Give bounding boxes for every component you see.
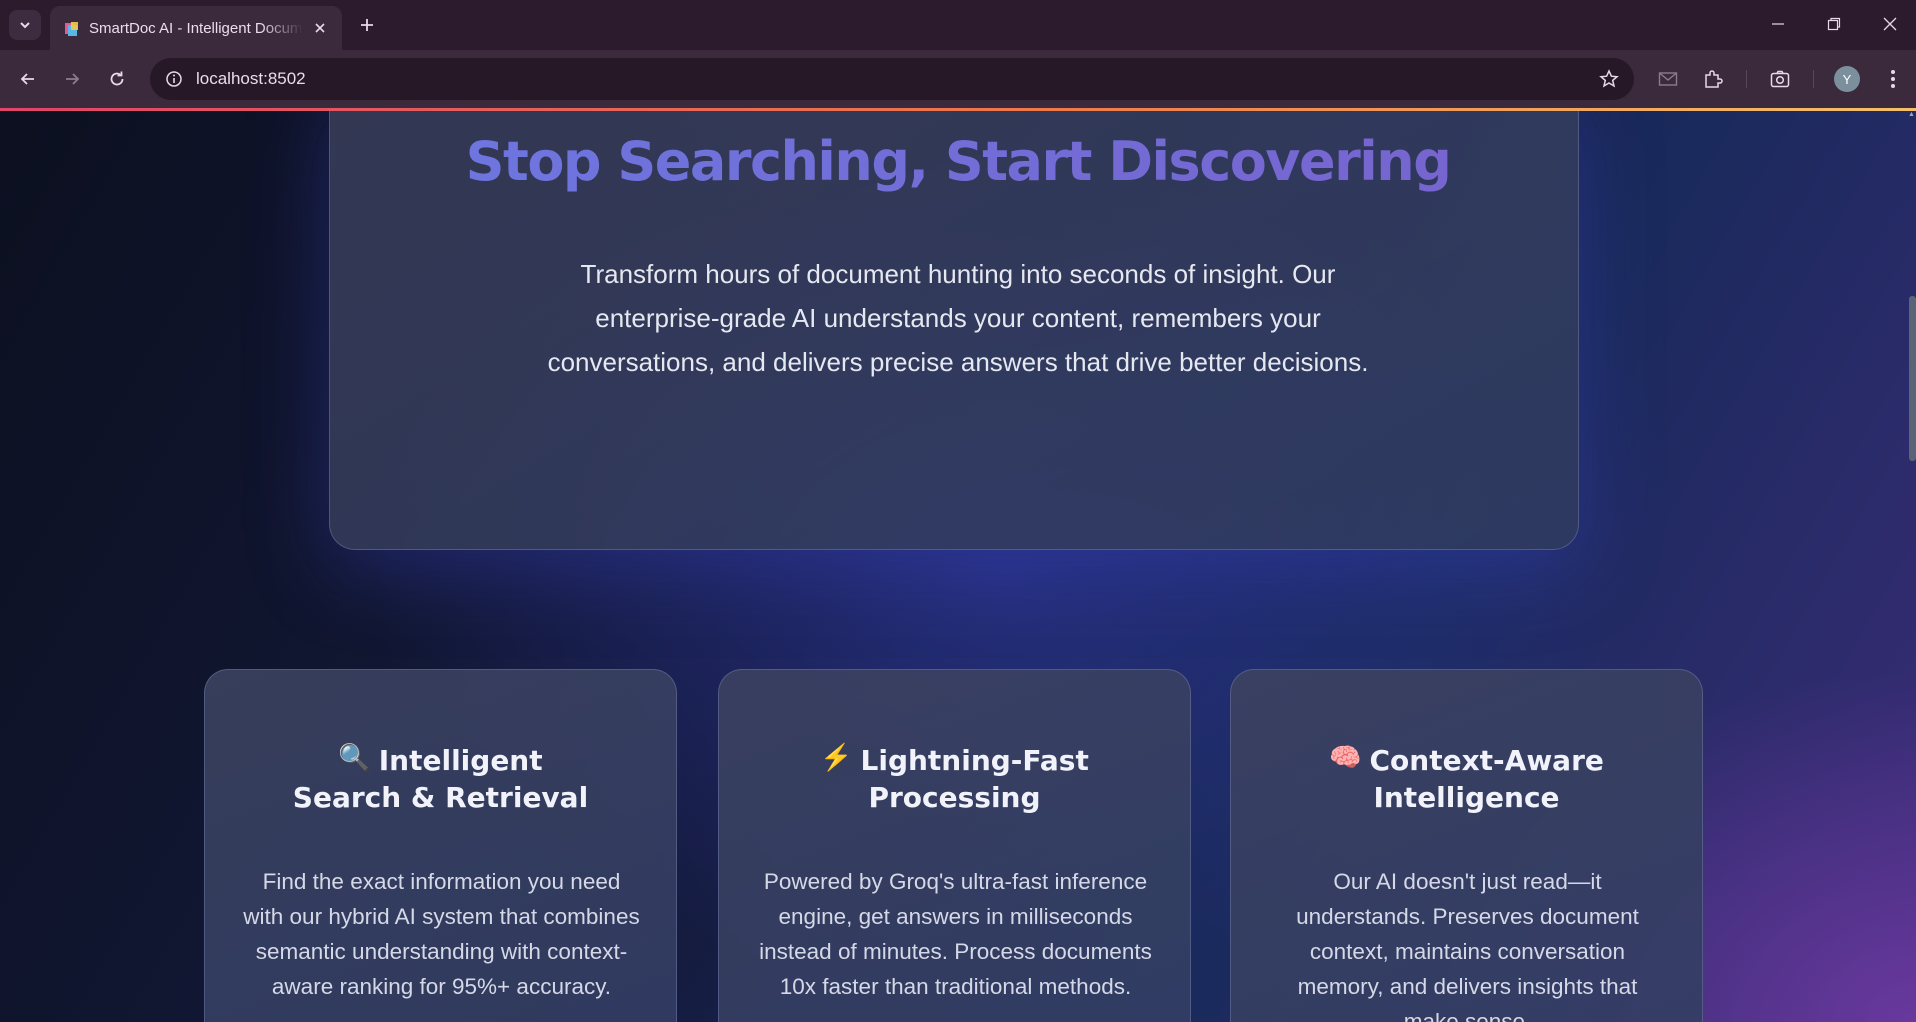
profile-avatar[interactable]: Y	[1834, 66, 1860, 92]
back-button[interactable]	[12, 63, 44, 95]
tab-search-button[interactable]	[9, 10, 41, 40]
site-info-icon[interactable]	[160, 65, 188, 93]
feature-card-context: 🧠 Context-Aware Intelligence Our AI doesn…	[1230, 669, 1703, 1022]
feature-description: Find the exact information you need with…	[243, 869, 640, 999]
restore-icon	[1827, 17, 1841, 31]
url-text[interactable]: localhost:8502	[196, 69, 306, 89]
magnifier-icon: 🔍	[338, 742, 371, 772]
arrow-right-icon	[66, 73, 80, 85]
favicon-icon	[65, 22, 78, 36]
page-content: ▲ Stop Searching, Start Discovering Tran…	[0, 111, 1916, 1022]
feature-title: Lightning-Fast Processing	[860, 744, 1089, 814]
arrow-left-icon	[20, 73, 34, 85]
feature-card-search: 🔍 Intelligent Search & Retrieval Find the…	[204, 669, 677, 1022]
browser-toolbar: localhost:8502	[0, 50, 1916, 108]
tab-close-icon[interactable]	[310, 18, 330, 38]
feature-title: Intelligent Search & Retrieval	[292, 744, 589, 814]
forward-button[interactable]	[56, 63, 88, 95]
toolbar-separator	[1746, 70, 1747, 88]
active-tab[interactable]: SmartDoc AI - Intelligent Document Assis…	[50, 6, 342, 50]
close-window-button[interactable]	[1862, 0, 1916, 48]
new-tab-button[interactable]	[352, 10, 382, 40]
feature-description: Our AI doesn't just read—it understands.…	[1296, 869, 1639, 1022]
plus-icon	[361, 19, 373, 31]
lightning-icon: ⚡	[820, 742, 853, 772]
reload-icon	[110, 71, 124, 86]
scroll-up-arrow-icon[interactable]: ▲	[1908, 111, 1916, 119]
mail-extension-icon[interactable]	[1652, 63, 1684, 95]
toolbar-separator	[1813, 70, 1814, 88]
hero-title: Stop Searching, Start Discovering	[0, 130, 1916, 194]
chevron-down-icon	[20, 22, 30, 29]
screenshot-icon[interactable]	[1764, 63, 1796, 95]
tab-title: SmartDoc AI - Intelligent Document Assis…	[89, 20, 303, 37]
bookmark-star-icon[interactable]	[1594, 64, 1624, 94]
more-menu-icon[interactable]	[1877, 63, 1909, 95]
minimize-icon	[1772, 23, 1784, 25]
scrollbar-thumb[interactable]	[1909, 296, 1916, 461]
brain-icon: 🧠	[1329, 742, 1362, 772]
reload-button[interactable]	[101, 63, 133, 95]
close-icon	[1883, 17, 1897, 31]
minimize-button[interactable]	[1750, 0, 1806, 48]
extensions-puzzle-icon[interactable]	[1697, 63, 1729, 95]
restore-button[interactable]	[1806, 0, 1862, 48]
address-bar[interactable]: localhost:8502	[150, 58, 1634, 100]
tab-strip: SmartDoc AI - Intelligent Document Assis…	[0, 0, 1916, 50]
feature-description: Powered by Groq's ultra-fast inference e…	[759, 869, 1152, 999]
feature-card-speed: ⚡ Lightning-Fast Processing Powered by Gr…	[718, 669, 1191, 1022]
hero-subtitle: Transform hours of document hunting into…	[547, 259, 1369, 377]
feature-title: Context-Aware Intelligence	[1369, 744, 1604, 814]
